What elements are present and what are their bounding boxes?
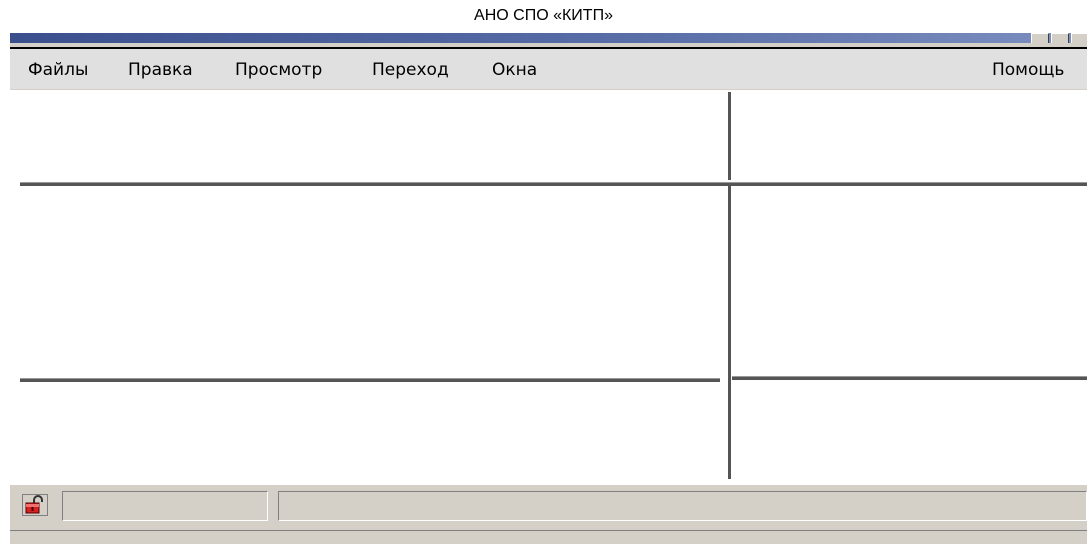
vertical-splitter-top[interactable] (728, 92, 731, 180)
pane-middle-right[interactable] (733, 188, 1087, 374)
status-panel-1 (62, 491, 268, 521)
pane-bottom-left[interactable] (20, 384, 726, 482)
status-panel-2 (278, 491, 1087, 521)
close-button[interactable] (1071, 33, 1087, 43)
menu-go[interactable]: Переход (372, 60, 449, 80)
pane-top-left[interactable] (20, 90, 726, 180)
menu-help[interactable]: Помощь (992, 60, 1064, 80)
vertical-splitter-main[interactable] (728, 186, 731, 479)
page: АНО СПО «КИТП» Файлы Правка Просмотр Пер… (0, 0, 1087, 544)
pane-middle-left[interactable] (20, 188, 726, 376)
pane-bottom-right[interactable] (733, 382, 1087, 482)
menu-files[interactable]: Файлы (28, 60, 88, 80)
minimize-button[interactable] (1031, 33, 1049, 43)
app-window: Файлы Правка Просмотр Переход Окна Помощ… (8, 33, 1087, 544)
menu-windows[interactable]: Окна (492, 60, 537, 80)
bottom-frame (10, 530, 1087, 544)
client-area (10, 90, 1087, 485)
page-caption: АНО СПО «КИТП» (474, 7, 613, 24)
padlock-open-icon[interactable] (22, 494, 48, 516)
horizontal-splitter-1[interactable] (20, 182, 1087, 186)
maximize-button[interactable] (1051, 33, 1069, 43)
horizontal-splitter-left[interactable] (20, 378, 720, 382)
horizontal-splitter-right[interactable] (732, 376, 1087, 380)
status-bar (10, 485, 1087, 530)
menu-bar: Файлы Правка Просмотр Переход Окна Помощ… (10, 47, 1087, 89)
title-bar[interactable] (10, 33, 1087, 43)
title-bar-buttons (1031, 33, 1087, 43)
pane-top-right[interactable] (733, 90, 1087, 180)
menu-edit[interactable]: Правка (128, 60, 193, 80)
menu-view[interactable]: Просмотр (235, 60, 322, 80)
